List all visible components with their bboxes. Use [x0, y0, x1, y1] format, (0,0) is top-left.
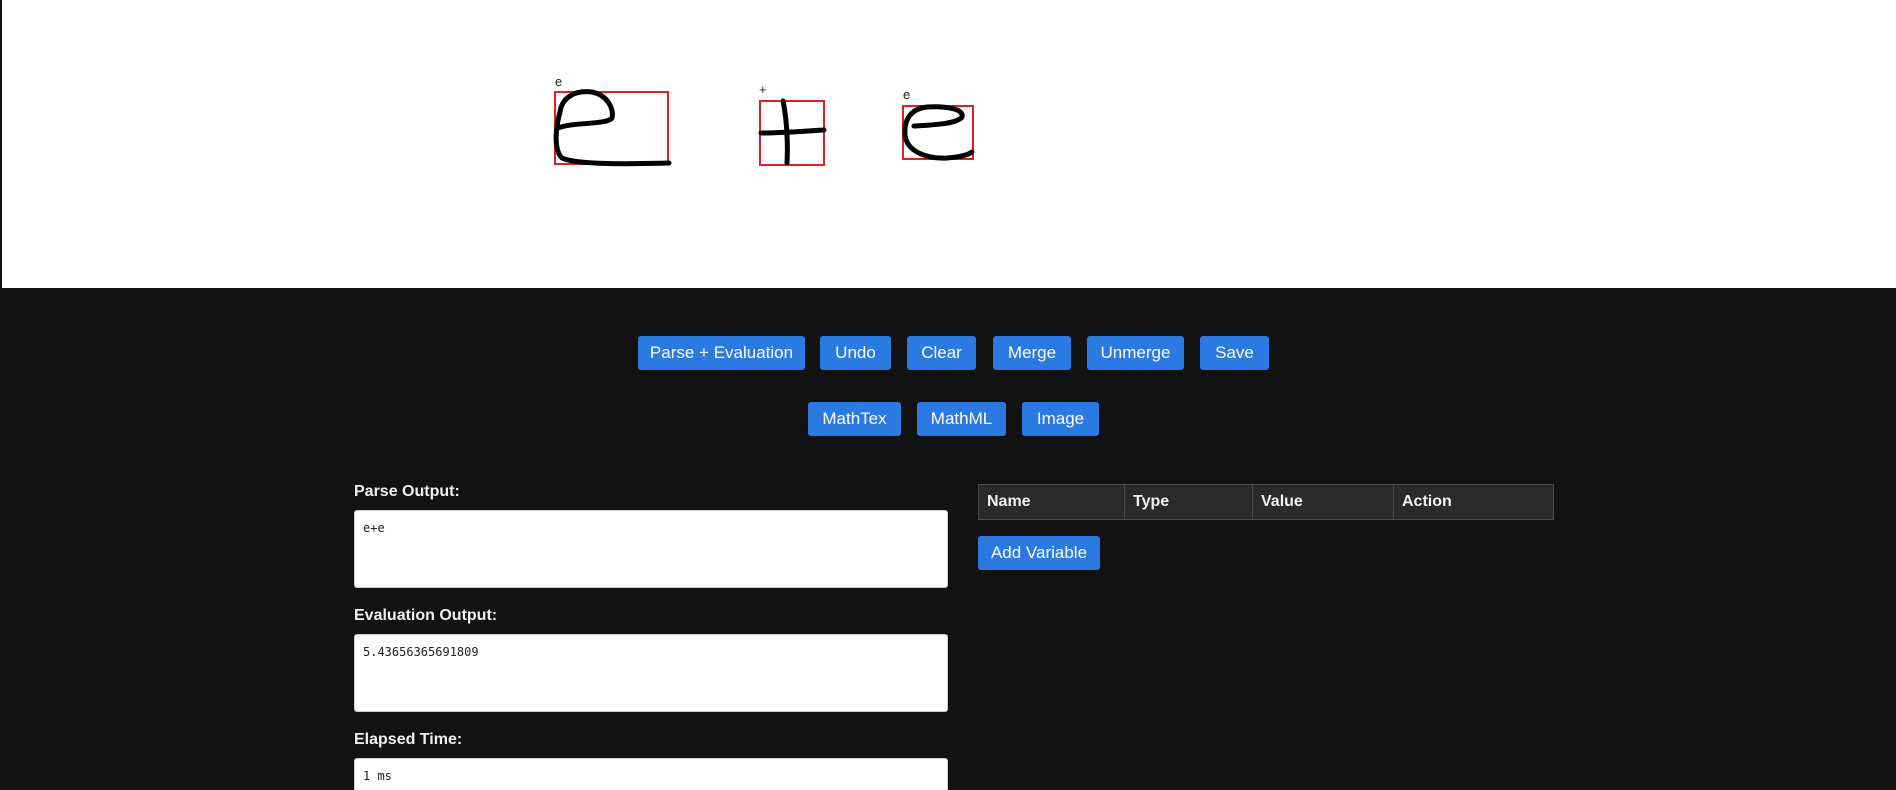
add-variable-button[interactable]: Add Variable	[978, 536, 1100, 570]
mathml-button[interactable]: MathML	[917, 402, 1006, 436]
evaluation-output-label: Evaluation Output:	[354, 607, 498, 624]
merge-button[interactable]: Merge	[993, 336, 1071, 370]
column-header-name: Name	[979, 485, 1125, 519]
parse-evaluation-button[interactable]: Parse + Evaluation	[638, 336, 805, 370]
stroke-plus-horizontal	[758, 127, 827, 136]
variables-table-header: Name Type Value Action	[978, 484, 1554, 520]
drawing-canvas[interactable]: e + e	[0, 0, 1896, 288]
symbol-label-e-2: e	[903, 87, 911, 102]
evaluation-output-field[interactable]: 5.43656365691809	[354, 634, 948, 712]
parse-output-label: Parse Output:	[354, 483, 460, 500]
parse-output-field[interactable]: e+e	[354, 510, 948, 588]
clear-button[interactable]: Clear	[907, 336, 976, 370]
unmerge-button[interactable]: Unmerge	[1087, 336, 1184, 370]
image-button[interactable]: Image	[1022, 402, 1099, 436]
strokes-layer	[553, 89, 975, 167]
column-header-action: Action	[1402, 493, 1452, 510]
column-header-value: Value	[1253, 485, 1394, 519]
mathtex-button[interactable]: MathTex	[808, 402, 901, 436]
undo-button[interactable]: Undo	[820, 336, 891, 370]
stroke-e-2	[902, 104, 975, 161]
symbol-label-e-1: e	[555, 74, 563, 89]
elapsed-time-label: Elapsed Time:	[354, 731, 463, 748]
column-header-type: Type	[1125, 485, 1253, 519]
save-button[interactable]: Save	[1200, 336, 1269, 370]
stroke-e-1	[553, 89, 672, 167]
elapsed-time-field[interactable]: 1 ms	[354, 758, 948, 790]
symbol-label-plus: +	[759, 82, 767, 97]
